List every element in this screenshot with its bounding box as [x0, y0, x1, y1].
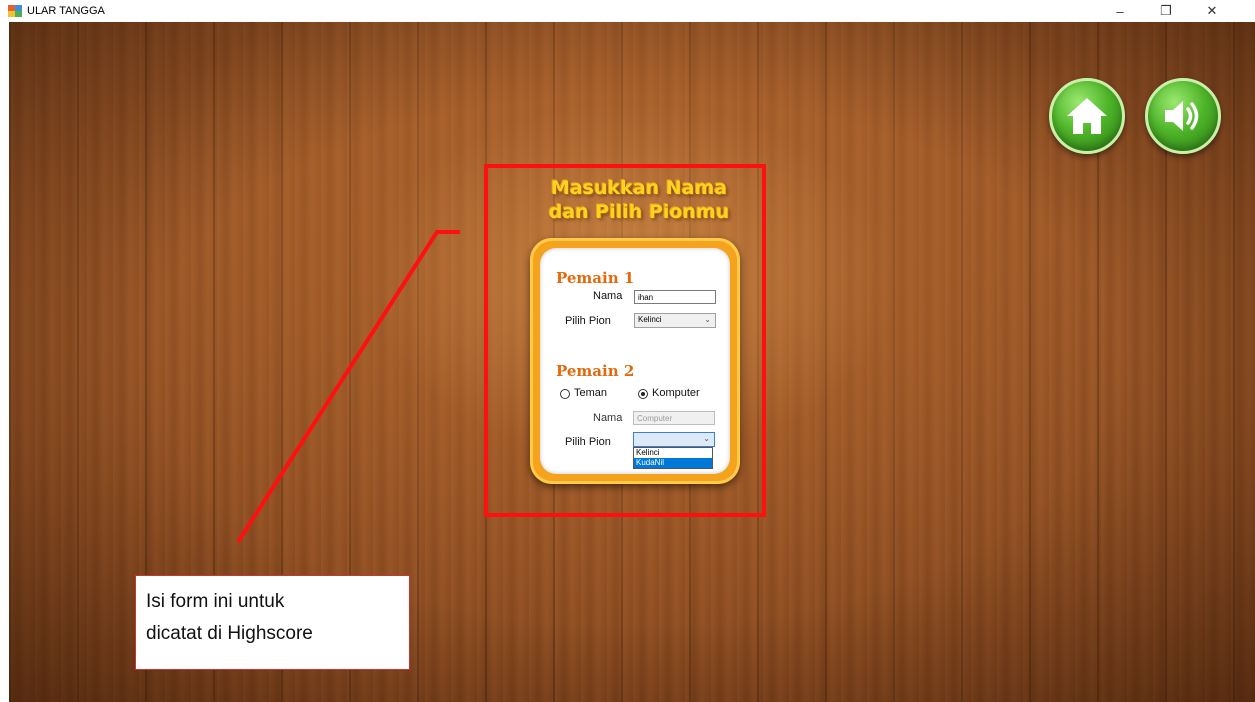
- annotation-note: Isi form ini untuk dicatat di Highscore: [135, 575, 410, 670]
- restore-button[interactable]: ❐: [1148, 0, 1184, 22]
- annotation-line1: Isi form ini untuk: [146, 591, 285, 612]
- title-bar: ULAR TANGGA – ❐ ✕: [0, 0, 1255, 22]
- annotation-line2: dicatat di Highscore: [146, 623, 313, 644]
- app-icon: [8, 5, 22, 17]
- game-stage: Masukkan Nama dan Pilih Pionmu Pemain 1 …: [9, 22, 1255, 702]
- minimize-button[interactable]: –: [1102, 0, 1138, 22]
- window-title: ULAR TANGGA: [27, 5, 105, 17]
- close-button[interactable]: ✕: [1194, 0, 1230, 22]
